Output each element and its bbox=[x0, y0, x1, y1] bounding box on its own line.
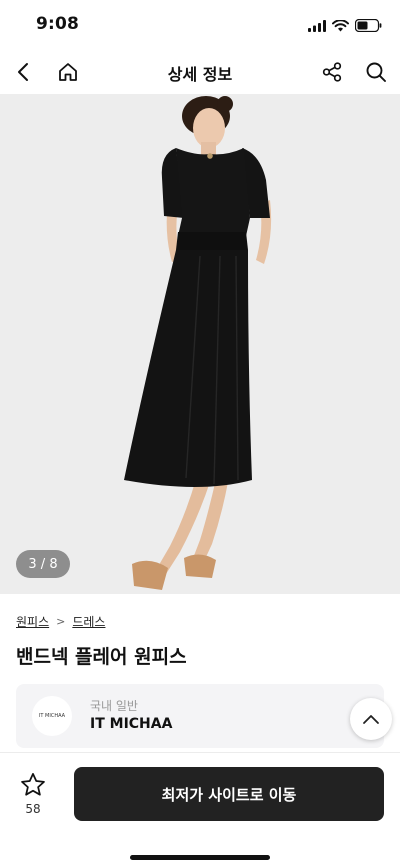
shop-logo-text: IT MICHAA bbox=[38, 713, 66, 719]
breadcrumb-separator: > bbox=[56, 615, 66, 628]
status-icons bbox=[308, 17, 382, 36]
shop-logo: IT MICHAA bbox=[32, 696, 72, 736]
star-icon bbox=[21, 773, 45, 796]
breadcrumb-item-category[interactable]: 원피스 bbox=[16, 613, 49, 630]
product-title: 밴드넥 플레어 원피스 bbox=[16, 646, 187, 668]
home-icon bbox=[59, 63, 77, 81]
product-image-gallery[interactable]: 3 / 8 bbox=[0, 94, 400, 594]
back-button[interactable] bbox=[8, 56, 40, 88]
scroll-top-button[interactable] bbox=[350, 698, 392, 740]
wifi-icon bbox=[332, 17, 349, 36]
favorite-count: 58 bbox=[25, 802, 41, 816]
home-button[interactable] bbox=[52, 56, 84, 88]
home-indicator bbox=[130, 855, 270, 860]
status-bar: 9:08 bbox=[0, 0, 400, 50]
chevron-up-icon bbox=[363, 715, 379, 724]
back-icon bbox=[18, 63, 28, 81]
share-button[interactable] bbox=[316, 56, 348, 88]
product-photo bbox=[124, 96, 272, 590]
image-counter: 3 / 8 bbox=[16, 550, 70, 578]
bottom-action-bar: 58 최저가 사이트로 이동 bbox=[0, 752, 400, 866]
favorite-button[interactable]: 58 bbox=[12, 771, 54, 821]
search-button[interactable] bbox=[360, 56, 392, 88]
breadcrumb-item-subcategory[interactable]: 드레스 bbox=[72, 613, 105, 630]
breadcrumb: 원피스 > 드레스 bbox=[16, 613, 105, 630]
shop-name: IT MICHAA bbox=[90, 716, 173, 732]
lowest-price-button[interactable]: 최저가 사이트로 이동 bbox=[74, 767, 384, 821]
signal-icon bbox=[308, 17, 326, 36]
battery-icon bbox=[354, 17, 382, 36]
nav-bar: 상세 정보 bbox=[0, 50, 400, 94]
search-icon bbox=[366, 62, 386, 82]
shop-card[interactable]: IT MICHAA 국내 일반 IT MICHAA bbox=[16, 684, 384, 748]
share-icon bbox=[322, 62, 342, 82]
shop-type: 국내 일반 bbox=[90, 699, 138, 713]
status-time: 9:08 bbox=[36, 14, 80, 34]
